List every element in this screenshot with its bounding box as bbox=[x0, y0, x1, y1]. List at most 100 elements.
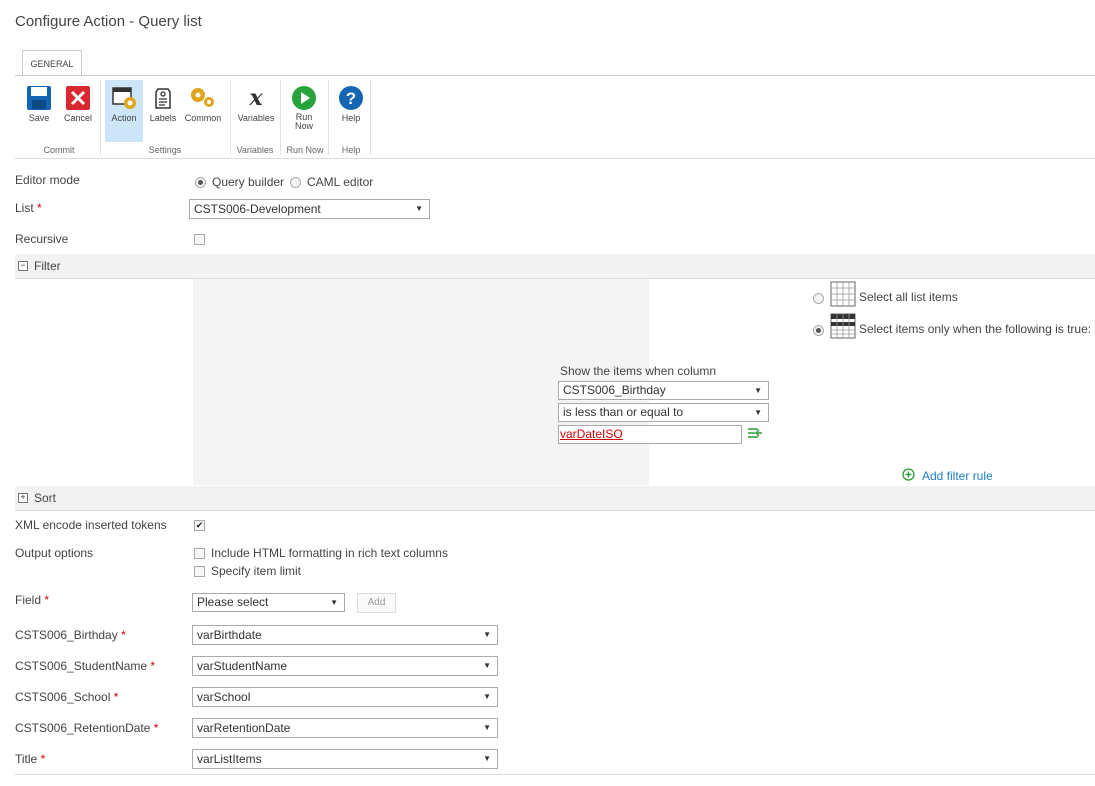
group-label-variables: Variables bbox=[236, 145, 274, 155]
list-select-value: CSTS006-Development bbox=[194, 202, 321, 216]
select-all-radio[interactable] bbox=[813, 293, 824, 304]
item-limit-checkbox[interactable] bbox=[194, 566, 205, 577]
labels-label: Labels bbox=[149, 113, 177, 123]
required-asterisk: * bbox=[153, 721, 159, 735]
mapping-label-text: CSTS006_School bbox=[15, 690, 111, 704]
bottom-divider bbox=[15, 774, 1095, 775]
mapping-select-value: varStudentName bbox=[197, 659, 288, 673]
mapping-select[interactable]: varStudentName ▼ bbox=[192, 656, 498, 676]
mapping-select[interactable]: varListItems ▼ bbox=[192, 749, 498, 769]
recursive-checkbox[interactable] bbox=[194, 234, 205, 245]
include-html-checkbox[interactable] bbox=[194, 548, 205, 559]
help-label: Help bbox=[341, 113, 361, 123]
mapping-label-text: CSTS006_Birthday bbox=[15, 628, 118, 642]
help-button[interactable]: ? Help bbox=[332, 80, 370, 142]
collapse-icon[interactable]: − bbox=[18, 261, 28, 271]
item-limit-label: Specify item limit bbox=[211, 564, 302, 578]
list-select[interactable]: CSTS006-Development ▼ bbox=[189, 199, 430, 219]
include-html-label: Include HTML formatting in rich text col… bbox=[211, 546, 448, 560]
table-icon bbox=[830, 281, 856, 307]
chevron-down-icon: ▼ bbox=[754, 386, 762, 395]
filter-column-value: CSTS006_Birthday bbox=[563, 383, 666, 397]
filter-value-token[interactable]: varDateISO bbox=[560, 427, 623, 441]
filter-column-select[interactable]: CSTS006_Birthday ▼ bbox=[558, 381, 769, 400]
mapping-select-value: varBirthdate bbox=[197, 628, 262, 642]
group-separator bbox=[280, 80, 281, 155]
svg-text:x: x bbox=[248, 85, 263, 111]
group-label-help: Help bbox=[341, 145, 361, 155]
mapping-label: CSTS006_RetentionDate * bbox=[15, 721, 158, 735]
mapping-label-text: CSTS006_RetentionDate bbox=[15, 721, 151, 735]
required-asterisk: * bbox=[150, 659, 156, 673]
cancel-button[interactable]: Cancel bbox=[59, 80, 97, 142]
sort-section-header[interactable]: + Sort bbox=[15, 486, 1095, 511]
required-asterisk: * bbox=[121, 628, 126, 642]
field-select[interactable]: Please select ▼ bbox=[192, 593, 345, 612]
mapping-select-value: varRetentionDate bbox=[197, 721, 291, 735]
required-asterisk: * bbox=[44, 593, 50, 607]
mapping-select-value: varListItems bbox=[197, 752, 262, 766]
field-label-text: Field bbox=[15, 593, 42, 607]
chevron-down-icon: ▼ bbox=[483, 661, 491, 670]
tab-general[interactable]: GENERAL bbox=[22, 50, 82, 77]
mapping-label-text: CSTS006_StudentName bbox=[15, 659, 148, 673]
add-circle-icon[interactable] bbox=[902, 468, 915, 481]
output-options-label: Output options bbox=[15, 546, 94, 560]
close-icon bbox=[66, 86, 90, 110]
required-asterisk: * bbox=[40, 752, 46, 766]
cancel-label: Cancel bbox=[63, 113, 92, 123]
chevron-down-icon: ▼ bbox=[330, 598, 338, 607]
query-builder-option-label: Query builder bbox=[212, 175, 285, 189]
list-label-text: List bbox=[15, 201, 34, 215]
query-builder-radio[interactable] bbox=[195, 177, 206, 188]
variables-label: Variables bbox=[237, 113, 275, 123]
insert-reference-icon[interactable] bbox=[747, 427, 763, 441]
filter-value-input[interactable]: varDateISO bbox=[558, 425, 742, 444]
save-icon bbox=[27, 86, 51, 110]
common-label: Common bbox=[184, 113, 222, 123]
group-label-run-now: Run Now bbox=[286, 145, 324, 155]
group-label-commit: Commit bbox=[43, 145, 75, 155]
play-icon bbox=[292, 86, 316, 110]
filter-operator-select[interactable]: is less than or equal to ▼ bbox=[558, 403, 769, 422]
chevron-down-icon: ▼ bbox=[483, 630, 491, 639]
group-label-settings: Settings bbox=[148, 145, 182, 155]
save-button[interactable]: Save bbox=[20, 80, 58, 142]
action-button[interactable]: Action bbox=[105, 80, 143, 142]
xml-encode-checkbox[interactable]: ✔ bbox=[194, 520, 205, 531]
common-button[interactable]: Common bbox=[184, 80, 222, 142]
mapping-label: CSTS006_School * bbox=[15, 690, 118, 704]
recursive-label: Recursive bbox=[15, 232, 69, 246]
expand-icon[interactable]: + bbox=[18, 493, 28, 503]
variable-x-icon: x bbox=[248, 85, 263, 111]
mapping-select[interactable]: varRetentionDate ▼ bbox=[192, 718, 498, 738]
group-separator bbox=[230, 80, 231, 155]
mapping-label: CSTS006_StudentName * bbox=[15, 659, 155, 673]
caml-editor-radio[interactable] bbox=[290, 177, 301, 188]
chevron-down-icon: ▼ bbox=[754, 408, 762, 417]
show-items-label: Show the items when column bbox=[560, 364, 717, 378]
mapping-select[interactable]: varSchool ▼ bbox=[192, 687, 498, 707]
filter-section-header[interactable]: − Filter bbox=[15, 254, 1095, 279]
select-when-radio[interactable] bbox=[813, 325, 824, 336]
required-asterisk: * bbox=[37, 201, 42, 215]
page-title: Configure Action - Query list bbox=[15, 13, 202, 30]
group-separator bbox=[100, 80, 101, 155]
caml-editor-option-label: CAML editor bbox=[307, 175, 374, 189]
run-now-label-line2: Now bbox=[294, 121, 313, 131]
mapping-label: Title * bbox=[15, 752, 45, 766]
run-now-button[interactable]: Run Now bbox=[285, 80, 323, 142]
chevron-down-icon: ▼ bbox=[483, 723, 491, 732]
labels-button[interactable]: Labels bbox=[144, 80, 182, 142]
gears-icon bbox=[191, 88, 214, 107]
filtered-table-icon bbox=[830, 313, 856, 339]
group-separator bbox=[370, 80, 371, 155]
add-filter-rule-link[interactable]: Add filter rule bbox=[922, 469, 993, 483]
add-field-button[interactable]: Add bbox=[357, 593, 396, 613]
variables-button[interactable]: x Variables bbox=[235, 80, 277, 142]
mapping-select-value: varSchool bbox=[197, 690, 251, 704]
xml-encode-label: XML encode inserted tokens bbox=[15, 518, 167, 532]
mapping-select[interactable]: varBirthdate ▼ bbox=[192, 625, 498, 645]
action-label: Action bbox=[111, 113, 137, 123]
save-label: Save bbox=[28, 113, 50, 123]
